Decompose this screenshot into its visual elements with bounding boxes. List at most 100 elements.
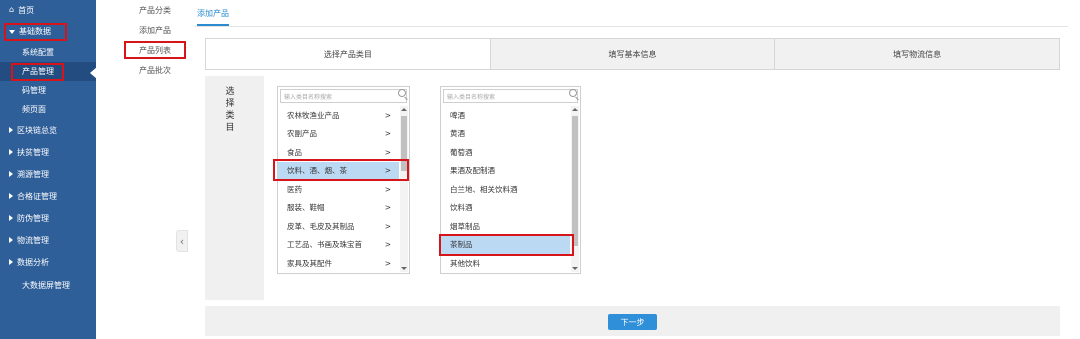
level2-items: 啤酒 黄酒 葡萄酒 果酒及配制酒 白兰地、相关饮料酒 饮料酒 烟草制品 茶制品 …	[441, 106, 570, 273]
list-item[interactable]: 黄酒	[441, 125, 570, 144]
select-category-label: 选择类目	[225, 87, 235, 133]
list-item-label: 食品	[287, 147, 302, 157]
scrollbar-thumb[interactable]	[572, 116, 578, 246]
chevron-right-icon: >	[384, 221, 391, 231]
caret-right-icon	[9, 127, 13, 133]
list-item[interactable]: 农副产品 >	[278, 125, 399, 144]
list-item[interactable]: 服装、鞋帽 >	[278, 199, 399, 218]
sidebar-item-label: 数据分析	[17, 257, 49, 267]
list-item[interactable]: 啤酒	[441, 106, 570, 125]
caret-right-icon	[9, 215, 13, 221]
sidebar-item-home[interactable]: ⌂ 首页	[0, 0, 96, 20]
scroll-down-icon[interactable]	[401, 267, 407, 270]
search-icon[interactable]	[569, 89, 577, 97]
sidebar-item-anti-fake[interactable]: 防伪管理	[0, 207, 96, 229]
list-item-label: 烟草制品	[450, 221, 480, 231]
caret-right-icon	[9, 149, 13, 155]
category-list-level2: 输入类目名称搜索 啤酒 黄酒 葡萄酒 果酒及配制酒 白兰地、相关饮料酒 饮料酒 …	[440, 86, 581, 274]
caret-down-icon	[9, 29, 15, 34]
submenu-label: 产品列表	[139, 45, 171, 55]
sidebar-subitem-system-config[interactable]: 系统配置	[0, 43, 96, 62]
list-item-label: 果酒及配制酒	[450, 166, 495, 176]
sidebar-item-label: 区块链总览	[17, 125, 57, 135]
search-icon[interactable]	[398, 89, 406, 97]
step-label: 填写基本信息	[608, 49, 657, 59]
sidebar-item-label: 物流管理	[17, 235, 49, 245]
caret-right-icon	[9, 171, 13, 177]
next-step-button[interactable]: 下一步	[608, 314, 657, 330]
submenu-item-batch[interactable]: 产品批次	[120, 60, 190, 80]
list-item-label: 白兰地、相关饮料酒	[450, 184, 518, 194]
step-logistics-info[interactable]: 填写物流信息	[774, 39, 1060, 69]
page-tabs: 添加产品	[195, 0, 1068, 27]
sidebar-subitem-label: 产品管理	[22, 67, 54, 76]
category-lists-area: 输入类目名称搜索 农林牧渔业产品 > 农副产品 > 食品 > 饮料、酒、烟、茶 > 医药…	[264, 76, 1060, 300]
step-select-category[interactable]: 选择产品类目	[206, 39, 490, 69]
list-item[interactable]: 家具及其配件 >	[278, 254, 399, 273]
sidebar-subitem-page[interactable]: 频页面	[0, 100, 96, 119]
search-input[interactable]: 输入类目名称搜索	[443, 89, 578, 103]
list-item[interactable]: 饮料酒	[441, 199, 570, 218]
sidebar-item-analytics[interactable]: 数据分析	[0, 251, 96, 273]
list-item-selected[interactable]: 茶制品	[441, 235, 570, 254]
sidebar-item-logistics[interactable]: 物流管理	[0, 229, 96, 251]
list-item-label: 家具及其配件	[287, 258, 332, 268]
sidebar-item-bigscreen[interactable]: 大数据屏管理	[0, 273, 96, 297]
list-item[interactable]: 皮革、毛皮及其制品 >	[278, 217, 399, 236]
sidebar-subitem-product-management[interactable]: 产品管理	[0, 62, 96, 81]
list-item[interactable]: 白兰地、相关饮料酒	[441, 180, 570, 199]
step-tabs: 选择产品类目 填写基本信息 填写物流信息	[205, 38, 1060, 70]
category-list-level1: 输入类目名称搜索 农林牧渔业产品 > 农副产品 > 食品 > 饮料、酒、烟、茶 > 医药…	[277, 86, 410, 274]
list-item-label: 农副产品	[287, 129, 317, 139]
scroll-up-icon[interactable]	[572, 108, 578, 111]
sidebar-item-blockchain[interactable]: 区块链总览	[0, 119, 96, 141]
chevron-right-icon: >	[384, 203, 391, 213]
list-item-label: 农林牧渔业产品	[287, 110, 340, 120]
scrollbar[interactable]	[571, 106, 579, 272]
sidebar-item-basic-data[interactable]: 基础数据	[0, 20, 96, 43]
scroll-down-icon[interactable]	[572, 267, 578, 270]
caret-right-icon	[9, 259, 13, 265]
sidebar-item-label: 首页	[18, 5, 35, 15]
list-item[interactable]: 食品 >	[278, 143, 399, 162]
submenu-item-add-product[interactable]: 添加产品	[120, 20, 190, 40]
scroll-up-icon[interactable]	[401, 108, 407, 111]
list-item[interactable]: 其他饮料	[441, 254, 570, 273]
tab-add-product[interactable]: 添加产品	[197, 8, 229, 26]
level1-items: 农林牧渔业产品 > 农副产品 > 食品 > 饮料、酒、烟、茶 > 医药 > 服装、鞋帽 > …	[278, 106, 399, 273]
sidebar-item-label: 大数据屏管理	[22, 280, 70, 290]
sidebar-item-certificate[interactable]: 合格证管理	[0, 185, 96, 207]
list-item-label: 黄酒	[450, 129, 465, 139]
submenu-item-product-list[interactable]: 产品列表	[120, 40, 190, 60]
chevron-right-icon: >	[384, 258, 391, 268]
list-item[interactable]: 工艺品、书画及珠宝首 >	[278, 236, 399, 255]
list-item[interactable]: 果酒及配制酒	[441, 162, 570, 181]
submenu-label: 添加产品	[139, 25, 171, 35]
sidebar-subitem-label: 频页面	[22, 105, 46, 114]
search-input[interactable]: 输入类目名称搜索	[280, 89, 407, 103]
category-panel: 选择类目 输入类目名称搜索 农林牧渔业产品 > 农副产品 > 食品 > 饮料、酒、烟、…	[205, 76, 1060, 300]
submenu-item-category[interactable]: 产品分类	[120, 0, 190, 20]
scrollbar[interactable]	[400, 106, 408, 272]
sidebar-item-label: 合格证管理	[17, 191, 57, 201]
chevron-right-icon: >	[384, 184, 391, 194]
chevron-right-icon: >	[384, 129, 391, 139]
list-item-label: 其他饮料	[450, 258, 480, 268]
list-item[interactable]: 医药 >	[278, 180, 399, 199]
chevron-right-icon: >	[384, 147, 391, 157]
list-item[interactable]: 葡萄酒	[441, 143, 570, 162]
sidebar-item-label: 扶贫管理	[17, 147, 49, 157]
step-label: 选择产品类目	[323, 49, 372, 59]
scrollbar-thumb[interactable]	[401, 116, 407, 171]
list-item-label: 葡萄酒	[450, 147, 473, 157]
collapse-button[interactable]: ‹	[176, 230, 188, 252]
sidebar-item-trace[interactable]: 溯源管理	[0, 163, 96, 185]
list-item[interactable]: 农林牧渔业产品 >	[278, 106, 399, 125]
sidebar-item-label: 基础数据	[19, 27, 51, 36]
list-item-selected[interactable]: 饮料、酒、烟、茶 >	[278, 161, 399, 180]
sidebar-subitem-code-management[interactable]: 码管理	[0, 81, 96, 100]
submenu-label: 产品批次	[139, 65, 171, 75]
step-basic-info[interactable]: 填写基本信息	[489, 39, 775, 69]
sidebar-item-poverty[interactable]: 扶贫管理	[0, 141, 96, 163]
list-item[interactable]: 烟草制品	[441, 217, 570, 236]
